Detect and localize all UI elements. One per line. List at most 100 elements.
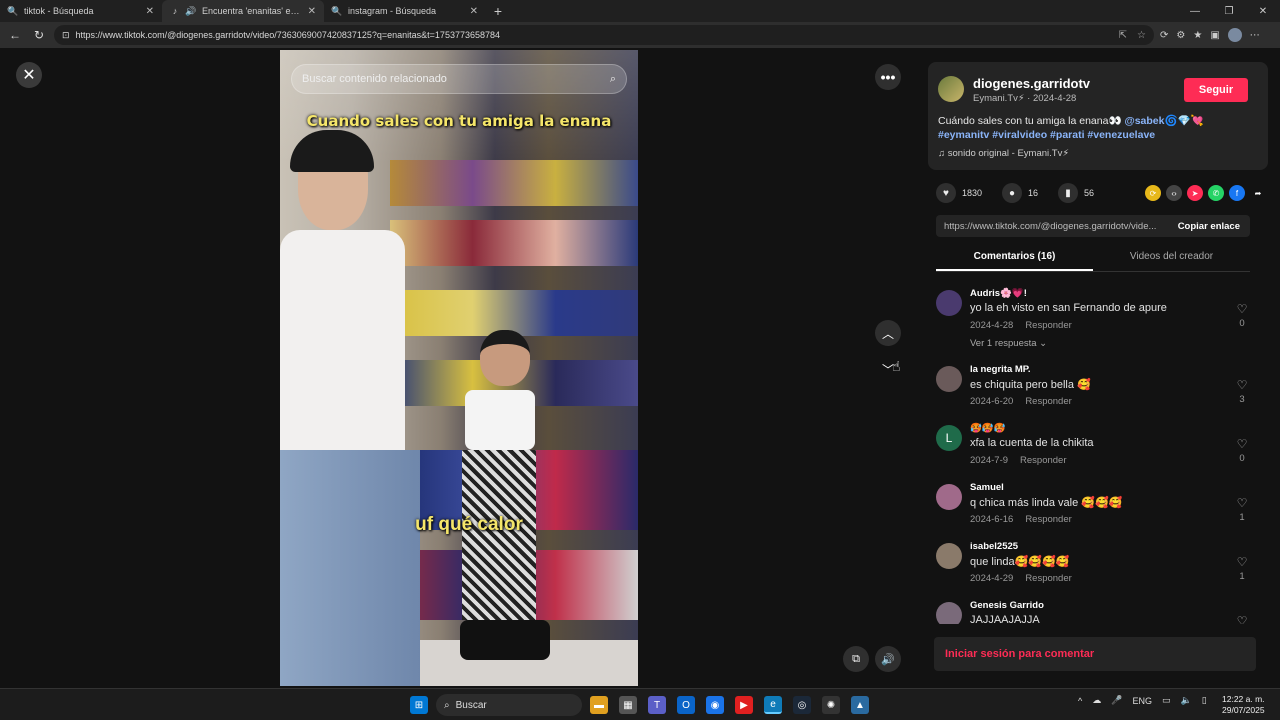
whatsapp-icon[interactable]: ✆ [1208, 185, 1224, 201]
heart-outline-icon[interactable]: ♡ [1232, 555, 1252, 569]
picture-in-picture-button[interactable]: ⧉ [843, 646, 869, 672]
taskbar-search[interactable]: ⌕ Buscar [436, 694, 582, 716]
language-indicator[interactable]: ENG [1132, 696, 1152, 706]
avatar[interactable] [936, 602, 962, 624]
battery-icon[interactable]: ▯ [1202, 695, 1207, 706]
profile-avatar[interactable] [1227, 28, 1242, 42]
mic-icon[interactable]: 🎤 [1111, 695, 1122, 706]
minimize-icon[interactable]: — [1178, 6, 1212, 17]
panel-tabs: Comentarios (16) Videos del creador [936, 246, 1250, 272]
copy-link-button[interactable]: Copiar enlace [1168, 221, 1250, 232]
repost-icon[interactable]: ⟳ [1145, 185, 1161, 201]
back-icon[interactable]: ← [6, 28, 24, 42]
close-video-button[interactable]: ✕ [16, 62, 42, 88]
chevron-up-icon[interactable]: ^ [1078, 696, 1082, 706]
more-options-button[interactable]: ••• [875, 64, 901, 90]
tab-tiktok-video[interactable]: ♪ 🔊 Encuentra 'enanitas' en TikTok ✕ [162, 0, 324, 22]
volume-button[interactable]: 🔊 [875, 646, 901, 672]
clock[interactable]: 12:22 a. m. 29/07/2025 [1222, 694, 1265, 716]
reply-button[interactable]: Responder [1025, 573, 1071, 584]
author-subtitle: Eymani.Tv⚡ · 2024-4-28 [973, 93, 1077, 104]
tab-comments[interactable]: Comentarios (16) [936, 246, 1093, 271]
steam-icon[interactable]: ◎ [793, 696, 811, 714]
heart-outline-icon[interactable]: ♡ [1232, 614, 1252, 624]
close-icon[interactable]: ✕ [470, 6, 478, 17]
volume-icon[interactable]: 🔈 [1180, 695, 1191, 706]
embed-icon[interactable]: ‹› [1166, 185, 1182, 201]
new-tab-button[interactable]: + [486, 3, 510, 19]
file-explorer-icon[interactable]: ▬ [590, 696, 608, 714]
reply-button[interactable]: Responder [1025, 514, 1071, 525]
heart-outline-icon[interactable]: ♡ [1232, 437, 1252, 451]
follow-button[interactable]: Seguir [1184, 78, 1248, 102]
comment-author[interactable]: Samuel [970, 482, 1004, 493]
heart-outline-icon[interactable]: ♡ [1232, 496, 1252, 510]
author-avatar[interactable] [938, 76, 964, 102]
tab-instagram-search[interactable]: 🔍 instagram - Búsqueda ✕ [324, 0, 486, 22]
collections-icon[interactable]: ▣ [1210, 30, 1219, 41]
comments-list[interactable]: Audris🌸💗! yo la eh visto en san Fernando… [916, 280, 1280, 624]
heart-outline-icon[interactable]: ♡ [1232, 378, 1252, 392]
hashtags[interactable]: #eymanitv #viralvideo #parati #venezuela… [938, 129, 1155, 141]
comment-icon[interactable]: ● [1002, 183, 1023, 203]
avatar[interactable]: L [936, 425, 962, 451]
comment-action[interactable]: ● 16 [1002, 183, 1038, 203]
comment-author[interactable]: Audris🌸💗! [970, 288, 1027, 299]
favorites-icon[interactable]: ★ [1193, 30, 1202, 41]
sound-link[interactable]: ♫ sonido original - Eymani.Tv⚡ [938, 148, 1069, 159]
edge-icon[interactable]: e [764, 696, 782, 714]
outlook-icon[interactable]: O [677, 696, 695, 714]
close-icon[interactable]: ✕ [146, 6, 154, 17]
app-icon[interactable]: ◉ [706, 696, 724, 714]
share-arrow-icon[interactable]: ➦ [1250, 185, 1266, 201]
facebook-icon[interactable]: f [1229, 185, 1245, 201]
send-icon[interactable]: ➤ [1187, 185, 1203, 201]
mention-link[interactable]: @sabek🌀💎💘 [1124, 115, 1203, 127]
view-replies-button[interactable]: Ver 1 respuesta ⌄ [970, 338, 1047, 349]
cloud-icon[interactable]: ☁ [1092, 695, 1101, 706]
comment-author[interactable]: 🥵🥵🥵 [970, 423, 1006, 434]
extensions-icon[interactable]: ⟳ [1160, 30, 1168, 41]
youtube-icon[interactable]: ▶ [735, 696, 753, 714]
bookmark-icon[interactable]: ▮ [1058, 183, 1079, 203]
more-menu-icon[interactable]: ⋯ [1250, 30, 1260, 41]
tab-creator-videos[interactable]: Videos del creador [1093, 246, 1250, 271]
login-to-comment[interactable]: Iniciar sesión para comentar [934, 637, 1256, 671]
open-in-app-icon[interactable]: ⇱ [1119, 30, 1127, 41]
tab-tiktok-search[interactable]: 🔍 tiktok - Búsqueda ✕ [0, 0, 162, 22]
puzzle-icon[interactable]: ⚙ [1176, 30, 1185, 41]
like-action[interactable]: ♥ 1830 [936, 183, 982, 203]
reload-icon[interactable]: ↻ [30, 28, 48, 42]
chatgpt-icon[interactable]: ✺ [822, 696, 840, 714]
address-bar[interactable]: ⊡ https://www.tiktok.com/@diogenes.garri… [54, 25, 1154, 45]
favorite-star-icon[interactable]: ☆ [1137, 30, 1146, 41]
save-action[interactable]: ▮ 56 [1058, 183, 1094, 203]
restore-icon[interactable]: ❐ [1212, 6, 1246, 17]
close-window-icon[interactable]: ✕ [1246, 6, 1280, 17]
related-search-input[interactable]: Buscar contenido relacionado ⌕ [291, 64, 627, 94]
photos-icon[interactable]: ▲ [851, 696, 869, 714]
windows-start-icon[interactable]: ⊞ [410, 696, 428, 714]
teams-icon[interactable]: T [648, 696, 666, 714]
heart-icon[interactable]: ♥ [936, 183, 956, 203]
author-username[interactable]: diogenes.garridotv [973, 76, 1090, 91]
video-player[interactable]: Cuando sales con tu amiga la enana uf qu… [280, 50, 638, 686]
previous-video-button[interactable]: ︿ [875, 320, 901, 346]
search-icon[interactable]: ⌕ [610, 73, 616, 86]
comment-author[interactable]: la negrita MP. [970, 364, 1031, 375]
reply-button[interactable]: Responder [1025, 320, 1071, 331]
speaker-icon[interactable]: 🔊 [185, 6, 196, 16]
avatar[interactable] [936, 290, 962, 316]
reply-button[interactable]: Responder [1020, 455, 1066, 466]
close-icon[interactable]: ✕ [308, 6, 316, 17]
store-icon[interactable]: ▦ [619, 696, 637, 714]
avatar[interactable] [936, 543, 962, 569]
comment-author[interactable]: Genesis Garrido [970, 600, 1044, 611]
network-icon[interactable]: ▭ [1162, 695, 1171, 706]
reply-button[interactable]: Responder [1025, 396, 1071, 407]
heart-outline-icon[interactable]: ♡ [1232, 302, 1252, 316]
avatar[interactable] [936, 484, 962, 510]
site-info-icon[interactable]: ⊡ [62, 30, 70, 41]
comment-author[interactable]: isabel2525 [970, 541, 1018, 552]
avatar[interactable] [936, 366, 962, 392]
